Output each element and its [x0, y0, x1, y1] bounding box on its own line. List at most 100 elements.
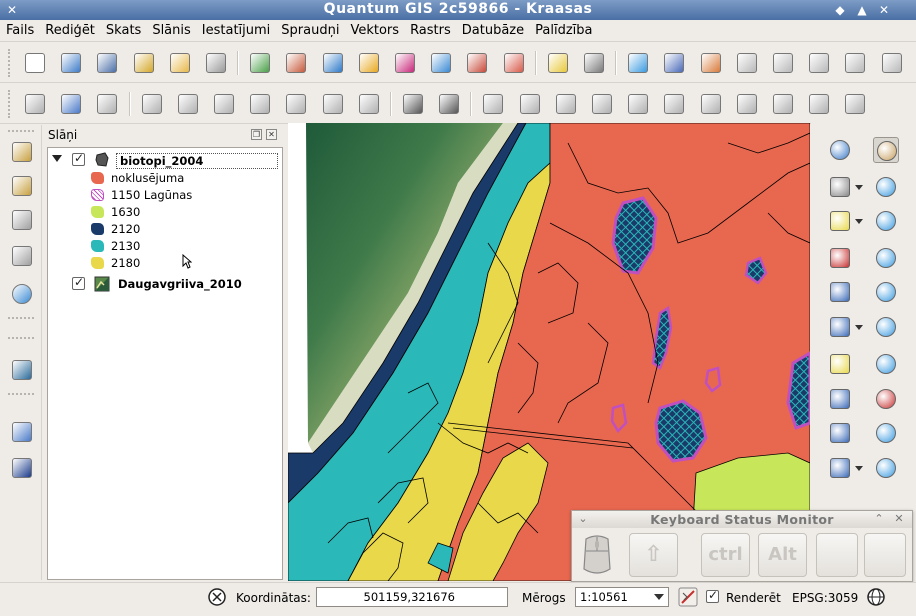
collapse-arrow-icon[interactable]	[52, 155, 62, 162]
toolbar-grip[interactable]	[8, 317, 34, 320]
chevron-down-icon[interactable]	[855, 185, 863, 190]
action-gear-button[interactable]	[827, 174, 853, 200]
save-edits-button[interactable]	[94, 91, 120, 117]
zoom-to-selection-button[interactable]	[873, 314, 899, 340]
ksm-titlebar[interactable]: ⌄ Keyboard Status Monitor ⌃ ✕	[572, 511, 912, 528]
style-manager-button[interactable]	[698, 50, 724, 76]
toolbar-grip[interactable]	[8, 393, 34, 396]
open-project-button[interactable]	[58, 50, 84, 76]
ksm-close-icon[interactable]: ✕	[892, 512, 906, 526]
add-vector-layer-button[interactable]	[247, 50, 273, 76]
paste-features-button[interactable]	[356, 91, 382, 117]
pin-labels-button[interactable]	[806, 50, 832, 76]
legend-symbol-row[interactable]: 2120	[48, 221, 280, 238]
window-close-button[interactable]: ✕	[876, 2, 892, 18]
scale-combobox[interactable]: 1:10561	[575, 587, 669, 607]
coordinate-toggle-icon[interactable]	[207, 587, 227, 607]
save-as-button[interactable]	[131, 50, 157, 76]
legend-symbol-row[interactable]: 1630	[48, 204, 280, 221]
add-ring-button[interactable]	[517, 91, 543, 117]
pan-map-button[interactable]	[873, 137, 899, 163]
increase-brightness-button[interactable]	[9, 207, 35, 233]
split-features-button[interactable]	[734, 91, 760, 117]
layer-name[interactable]: Daugavgriiva_2010	[118, 277, 242, 291]
toolbar-grip[interactable]	[8, 90, 12, 118]
pan-to-selection-button[interactable]	[873, 174, 899, 200]
delete-part-button[interactable]	[625, 91, 651, 117]
undo-button[interactable]	[400, 91, 426, 117]
legend-symbol-row[interactable]: 2130	[48, 238, 280, 255]
zoom-in-button[interactable]	[873, 208, 899, 234]
map-tips-button[interactable]	[827, 351, 853, 377]
decrease-brightness-button[interactable]	[9, 243, 35, 269]
identify-features-button[interactable]	[827, 137, 853, 163]
zoom-full-button[interactable]	[873, 279, 899, 305]
text-annotation-button[interactable]	[827, 455, 853, 481]
label-button[interactable]	[661, 50, 687, 76]
layer-name[interactable]: biotopi_2004	[116, 153, 278, 169]
crs-status[interactable]: EPSG:3059	[792, 591, 858, 605]
menu-spraudni[interactable]: Spraudņi	[275, 20, 344, 42]
gps-button[interactable]	[625, 50, 651, 76]
menu-iestatijumi[interactable]: Iestatījumi	[196, 20, 276, 42]
add-raster-layer-button[interactable]	[283, 50, 309, 76]
new-shapefile-layer-button[interactable]	[545, 50, 571, 76]
measure-line-button[interactable]	[827, 314, 853, 340]
database-button[interactable]	[9, 357, 35, 383]
new-project-button[interactable]	[22, 50, 48, 76]
toolbar-grip[interactable]	[8, 49, 12, 77]
zoom-actual-size-button[interactable]	[873, 455, 899, 481]
rotate-point-symbols-button[interactable]	[842, 91, 868, 117]
delete-ring-button[interactable]	[589, 91, 615, 117]
delete-selected-button[interactable]	[247, 91, 273, 117]
render-checkbox[interactable]	[706, 588, 719, 603]
reshape-features-button[interactable]	[661, 91, 687, 117]
legend-symbol-row[interactable]: 1150 Lagūnas	[48, 187, 280, 204]
add-wms-layer-button[interactable]	[428, 50, 454, 76]
close-panel-icon[interactable]: ✕	[266, 129, 277, 140]
current-edits-button[interactable]	[22, 91, 48, 117]
window-menu-button[interactable]: ◆	[832, 2, 848, 18]
zoom-out-button[interactable]	[873, 245, 899, 271]
projection-globe-icon[interactable]	[866, 587, 886, 607]
select-features-button[interactable]	[827, 208, 853, 234]
merge-attributes-button[interactable]	[806, 91, 832, 117]
zoom-last-button[interactable]	[873, 386, 899, 412]
offset-curve-button[interactable]	[698, 91, 724, 117]
menu-fails[interactable]: Fails	[0, 20, 39, 42]
rotate-label-button[interactable]	[842, 50, 868, 76]
menu-rediget[interactable]: Rediģēt	[39, 20, 100, 42]
legend-symbol-row[interactable]: 2180	[48, 255, 280, 272]
chevron-down-icon[interactable]	[654, 594, 664, 600]
menu-datubaze[interactable]: Datubāze	[456, 20, 529, 42]
toggle-editing-button[interactable]	[58, 91, 84, 117]
save-project-button[interactable]	[94, 50, 120, 76]
layer-row-daugavgriiva[interactable]: Daugavgriiva_2010	[48, 275, 280, 293]
layer-visibility-checkbox[interactable]	[72, 275, 85, 290]
legend-symbol-row[interactable]: noklusējuma	[48, 170, 280, 187]
window-maximize-button[interactable]: ▲	[854, 2, 870, 18]
edit-label-button[interactable]	[734, 50, 760, 76]
move-feature-button[interactable]	[175, 91, 201, 117]
cut-features-button[interactable]	[283, 91, 309, 117]
zoom-next-button[interactable]	[873, 420, 899, 446]
new-print-composer-button[interactable]	[167, 50, 193, 76]
menu-vektors[interactable]: Vektors	[344, 20, 404, 42]
layer-row-biotopi[interactable]: biotopi_2004	[48, 151, 280, 169]
layer-visibility-checkbox[interactable]	[72, 151, 85, 166]
new-bookmark-button[interactable]	[827, 386, 853, 412]
layers-tree[interactable]: biotopi_2004 noklusējuma 1150 Lagūnas 1630…	[47, 147, 283, 580]
add-mssql-layer-button[interactable]	[392, 50, 418, 76]
local-histogram-stretch-button[interactable]	[9, 173, 35, 199]
copy-features-button[interactable]	[320, 91, 346, 117]
coordinates-field[interactable]: 501159,321676	[316, 587, 508, 607]
add-wcs-layer-button[interactable]	[464, 50, 490, 76]
toolbar-grip[interactable]	[8, 130, 34, 133]
menu-palidziba[interactable]: Palīdzība	[529, 20, 597, 42]
stop-render-icon[interactable]	[678, 587, 698, 607]
change-label-button[interactable]	[879, 50, 905, 76]
chevron-down-icon[interactable]	[855, 325, 863, 330]
globe-button[interactable]	[9, 281, 35, 307]
zoom-to-layer-button[interactable]	[873, 351, 899, 377]
whats-this-button[interactable]	[9, 455, 35, 481]
